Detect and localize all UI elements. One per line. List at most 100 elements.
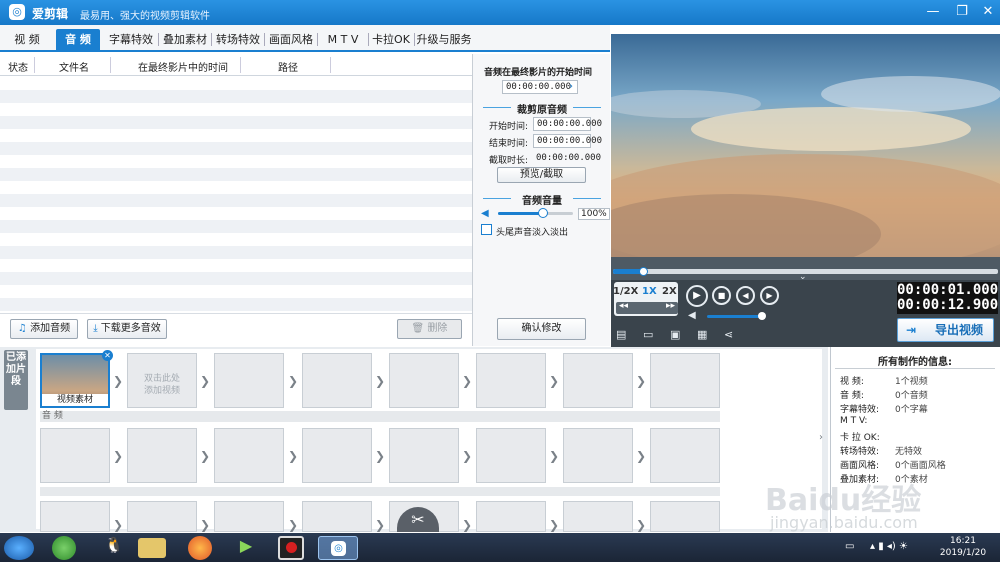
speed-half-button[interactable]: 1/2X <box>613 286 638 297</box>
browser-360-icon[interactable] <box>52 536 76 560</box>
add-audio-button[interactable]: ♫ 添加音频 <box>10 319 78 339</box>
empty-slot[interactable] <box>476 353 546 408</box>
empty-slot[interactable] <box>40 501 110 532</box>
export-video-button[interactable]: ⇥ 导出视频 <box>897 318 994 342</box>
info-style-value: 0个画面风格 <box>895 461 946 471</box>
expand-panel-icon[interactable]: › <box>819 432 823 443</box>
open-folder-icon[interactable]: ▭ <box>643 328 653 341</box>
info-karaoke-label: 卡 拉 OK: <box>840 433 880 443</box>
keyboard-icon[interactable]: ▭ <box>845 541 854 552</box>
remove-clip-icon[interactable]: ✕ <box>102 350 113 361</box>
audio-list[interactable] <box>0 77 472 313</box>
list-toolbar: ♫ 添加音频 ⤓ 下载更多音效 🗑 删除 <box>0 313 472 346</box>
fast-forward-icon[interactable]: ▸▸ <box>666 301 675 311</box>
empty-slot[interactable] <box>650 501 720 532</box>
previous-frame-button[interactable]: ◀ <box>736 286 755 305</box>
record-icon[interactable] <box>278 536 304 560</box>
add-video-slot[interactable]: 双击此处 添加视频 <box>127 353 197 408</box>
empty-slot[interactable] <box>302 353 372 408</box>
file-explorer-icon[interactable] <box>138 538 166 558</box>
close-button[interactable]: ✕ <box>975 3 1000 21</box>
start-button[interactable] <box>4 536 34 560</box>
save-icon[interactable]: ▣ <box>670 328 680 341</box>
column-filename[interactable]: 文件名 <box>59 59 89 74</box>
qq-icon[interactable]: 🐧 <box>100 536 128 560</box>
audio-settings-panel: 音频在最终影片的开始时间 00:00:00.000 › 裁剪原音频 开始时间: … <box>472 54 610 346</box>
info-title: 所有制作的信息: <box>878 357 952 368</box>
mute-icon[interactable]: ◀ <box>688 310 696 321</box>
fade-checkbox[interactable] <box>481 224 492 235</box>
tab-mtv[interactable]: M T V <box>319 29 367 50</box>
restore-button[interactable]: ❐ <box>949 3 975 21</box>
empty-slot[interactable] <box>214 353 284 408</box>
play-button[interactable]: ▶ <box>686 285 708 307</box>
clock-date[interactable]: 2019/1/20 <box>930 548 996 558</box>
share-icon[interactable]: ⋖ <box>724 328 733 341</box>
download-icon: ⤓ <box>93 323 98 334</box>
column-path[interactable]: 路径 <box>278 59 298 74</box>
video-clip-1[interactable]: 视频素材 ✕ <box>40 350 113 408</box>
tab-video[interactable]: 视 频 <box>4 29 50 50</box>
empty-slot[interactable] <box>127 428 197 483</box>
empty-slot[interactable] <box>389 428 459 483</box>
empty-slot[interactable] <box>389 353 459 408</box>
tab-karaoke[interactable]: 卡拉OK <box>370 29 412 50</box>
tab-subtitles[interactable]: 字幕特效 <box>106 29 156 50</box>
empty-slot[interactable] <box>476 501 546 532</box>
preview-trim-button[interactable]: 预览/截取 <box>497 167 586 183</box>
start-time-input[interactable]: 00:00:00.000 <box>533 117 602 131</box>
empty-slot[interactable] <box>650 428 720 483</box>
video-preview[interactable] <box>611 34 1000 257</box>
video-app-icon[interactable]: ▶ <box>232 536 260 560</box>
save-as-icon[interactable]: ▦ <box>697 328 707 341</box>
empty-slot[interactable] <box>476 428 546 483</box>
rewind-icon[interactable]: ◂◂ <box>619 301 628 311</box>
new-project-icon[interactable]: ▤ <box>616 328 626 341</box>
firefox-icon[interactable] <box>188 536 212 560</box>
speed-2x-button[interactable]: 2X <box>662 286 677 297</box>
duration-value: 00:00:00.000 <box>536 153 602 163</box>
arrow-icon: ❯ <box>549 518 560 532</box>
end-time-input[interactable]: 00:00:00.000 <box>533 134 602 148</box>
arrow-icon: ❯ <box>636 518 647 532</box>
column-time[interactable]: 在最终影片中的时间 <box>138 59 228 74</box>
next-frame-button[interactable]: ▶ <box>760 286 779 305</box>
tab-upgrade[interactable]: 升级与服务 <box>416 29 472 50</box>
empty-slot[interactable] <box>302 428 372 483</box>
tab-style[interactable]: 画面风格 <box>266 29 316 50</box>
minimize-button[interactable]: — <box>920 3 946 21</box>
tab-audio[interactable]: 音 频 <box>56 29 100 50</box>
empty-slot[interactable] <box>127 501 197 532</box>
track-divider <box>40 487 720 496</box>
volume-section-title: 音频音量 <box>483 192 601 207</box>
empty-slot[interactable] <box>650 353 720 408</box>
main-tab-bar: 视 频 音 频 字幕特效 叠加素材 转场特效 画面风格 M T V 卡拉OK 升… <box>0 25 610 52</box>
volume-slider-handle[interactable] <box>538 208 548 218</box>
empty-slot[interactable] <box>214 501 284 532</box>
confirm-button[interactable]: 确认修改 <box>497 318 586 340</box>
empty-slot[interactable] <box>40 428 110 483</box>
stop-button[interactable]: ■ <box>712 286 731 305</box>
player-volume-slider[interactable] <box>707 312 766 320</box>
speed-1x-button[interactable]: 1X <box>642 286 657 297</box>
tray-icons[interactable]: ▴ ▮ ◂) ☀ <box>870 541 908 552</box>
empty-slot[interactable] <box>563 428 633 483</box>
empty-slot[interactable] <box>563 501 633 532</box>
frame-step-bar[interactable]: ◂◂ ▸▸ <box>616 301 678 314</box>
tab-transition[interactable]: 转场特效 <box>213 29 263 50</box>
download-more-button[interactable]: ⤓ 下载更多音效 <box>87 319 167 339</box>
playback-handle[interactable] <box>639 267 648 276</box>
arrow-icon: ❯ <box>288 518 299 532</box>
delete-button[interactable]: 🗑 删除 <box>397 319 462 339</box>
aijianji-taskbar-icon[interactable]: ◎ <box>318 536 358 560</box>
start-in-final-input[interactable]: 00:00:00.000 <box>502 80 578 94</box>
column-status[interactable]: 状态 <box>8 59 28 74</box>
empty-slot[interactable] <box>302 501 372 532</box>
volume-slider[interactable] <box>498 208 573 218</box>
clock-time[interactable]: 16:21 <box>930 536 996 546</box>
empty-slot[interactable] <box>563 353 633 408</box>
chevron-right-icon[interactable]: › <box>569 81 573 92</box>
tab-overlay[interactable]: 叠加素材 <box>160 29 210 50</box>
speaker-icon: ◀ <box>481 208 489 219</box>
empty-slot[interactable] <box>214 428 284 483</box>
